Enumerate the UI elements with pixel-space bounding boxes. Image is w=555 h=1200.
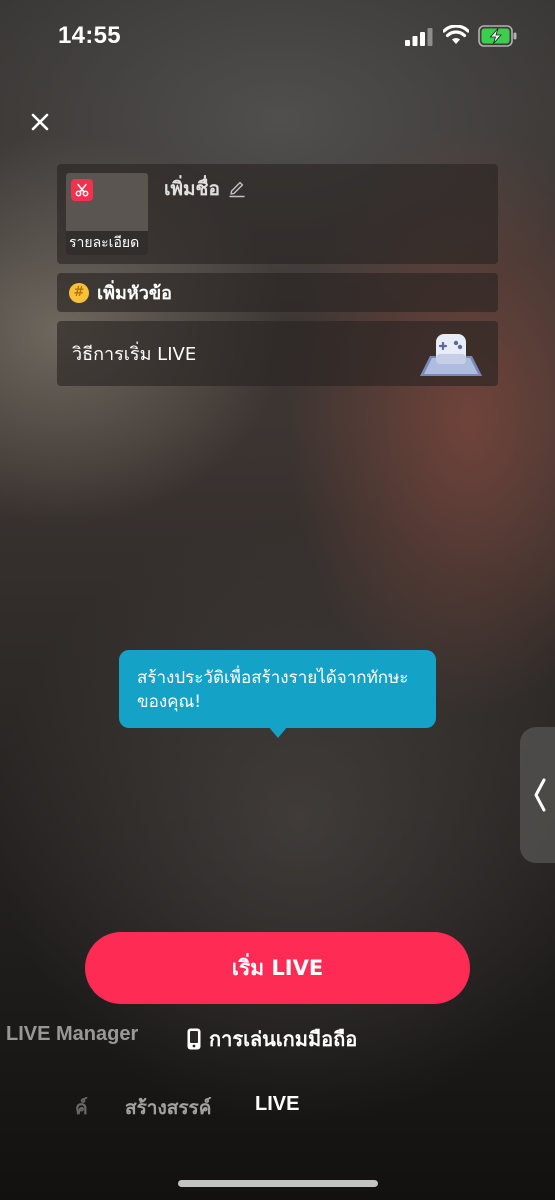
nav-item-partial[interactable]: ค์ xyxy=(75,1093,88,1123)
wifi-icon xyxy=(443,25,469,44)
title-placeholder: เพิ่มชื่อ xyxy=(164,178,220,200)
hashtag-icon: # xyxy=(69,282,89,303)
battery-charging-icon xyxy=(478,25,517,47)
how-to-go-live-button[interactable]: วิธีการเริ่ม LIVE xyxy=(57,321,498,386)
home-indicator xyxy=(178,1180,378,1187)
nav-item-live[interactable]: LIVE xyxy=(255,1093,299,1116)
mode-mobile-gaming[interactable]: การเล่นเกมมือถือ xyxy=(187,1023,357,1055)
add-topic-button[interactable]: # เพิ่มหัวข้อ xyxy=(57,273,498,312)
go-live-button[interactable]: เริ่ม LIVE xyxy=(85,932,470,1004)
cellular-signal-icon xyxy=(405,28,433,46)
mode-live-manager[interactable]: LIVE Manager xyxy=(6,1023,138,1046)
cover-thumbnail[interactable]: รายละเอียด xyxy=(66,173,148,255)
cover-caption: รายละเอียด xyxy=(66,231,148,255)
side-panel-toggle[interactable] xyxy=(520,727,555,863)
game-controller-icon xyxy=(420,334,482,376)
topic-label: เพิ่มหัวข้อ xyxy=(97,283,172,304)
live-setup-card: รายละเอียด เพิ่มชื่อ xyxy=(57,164,498,264)
monetization-tooltip: สร้างประวัติเพื่อสร้างรายได้จากทักษะของค… xyxy=(119,650,436,728)
nav-item-create[interactable]: สร้างสรรค์ xyxy=(125,1093,211,1123)
pencil-icon xyxy=(229,181,245,198)
phone-icon xyxy=(187,1028,201,1050)
title-input[interactable]: เพิ่มชื่อ xyxy=(164,174,246,204)
mode-mobile-gaming-label: การเล่นเกมมือถือ xyxy=(209,1027,358,1051)
chevron-left-icon xyxy=(534,778,546,812)
status-time: 14:55 xyxy=(58,22,121,49)
close-icon xyxy=(31,113,49,131)
how-to-label: วิธีการเริ่ม LIVE xyxy=(72,344,197,365)
scissors-icon xyxy=(71,179,93,201)
tooltip-text: สร้างประวัติเพื่อสร้างรายได้จากทักษะของค… xyxy=(137,668,409,712)
close-button[interactable] xyxy=(24,106,56,138)
tooltip-arrow xyxy=(268,726,288,738)
